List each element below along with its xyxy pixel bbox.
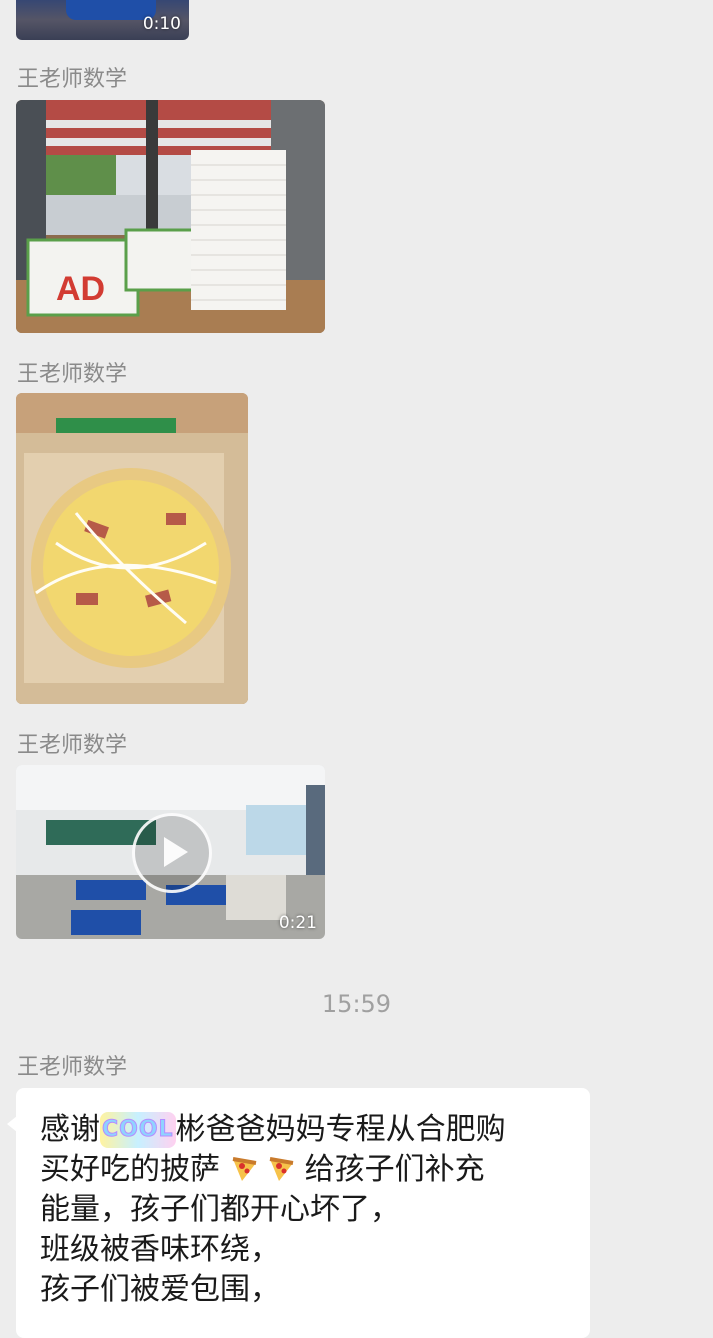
video-duration: 0:10: [142, 14, 181, 34]
message-line-4: 班级被香味环绕，: [40, 1232, 280, 1267]
video-message-partial[interactable]: 0:10: [16, 0, 189, 40]
message-timestamp: 15:59: [321, 990, 392, 1018]
sender-name: 王老师数学: [17, 67, 128, 92]
message-text: 买好吃的披萨: [40, 1152, 220, 1187]
sender-name: 王老师数学: [17, 733, 128, 758]
image-message-pizza[interactable]: [16, 393, 248, 704]
sender-name: 王老师数学: [17, 1055, 128, 1080]
sender-name: 王老师数学: [17, 362, 128, 387]
photo-pizza: [16, 393, 248, 704]
message-text: 给孩子们补充: [304, 1152, 485, 1187]
message-text: 感谢: [40, 1112, 100, 1147]
pizza-emoji-icon: [232, 1157, 256, 1181]
video-duration: 0:21: [278, 913, 317, 933]
video-message-classroom[interactable]: 0:21: [16, 765, 325, 939]
play-icon[interactable]: [131, 813, 212, 893]
svg-text:AD: AD: [56, 270, 105, 308]
message-line-3: 能量，孩子们都开心坏了，: [40, 1192, 400, 1227]
message-text: 彬爸爸妈妈专程从合肥购: [175, 1112, 506, 1147]
image-message-drinks-pizza-boxes[interactable]: AD: [16, 100, 325, 333]
photo-classroom-window: AD: [16, 100, 325, 333]
cool-sticker: COOL: [100, 1112, 176, 1148]
pizza-emoji-icon: [269, 1157, 294, 1181]
message-line-5: 孩子们被爱包围，: [40, 1272, 280, 1307]
message-line-2: 买好吃的披萨 给孩子们补充: [40, 1152, 485, 1188]
message-line-1: 感谢COOL彬爸爸妈妈专程从合肥购: [40, 1112, 506, 1148]
text-message-bubble[interactable]: 感谢COOL彬爸爸妈妈专程从合肥购 买好吃的披萨 给孩子们补充 能量，孩子们都开…: [7, 1088, 590, 1338]
